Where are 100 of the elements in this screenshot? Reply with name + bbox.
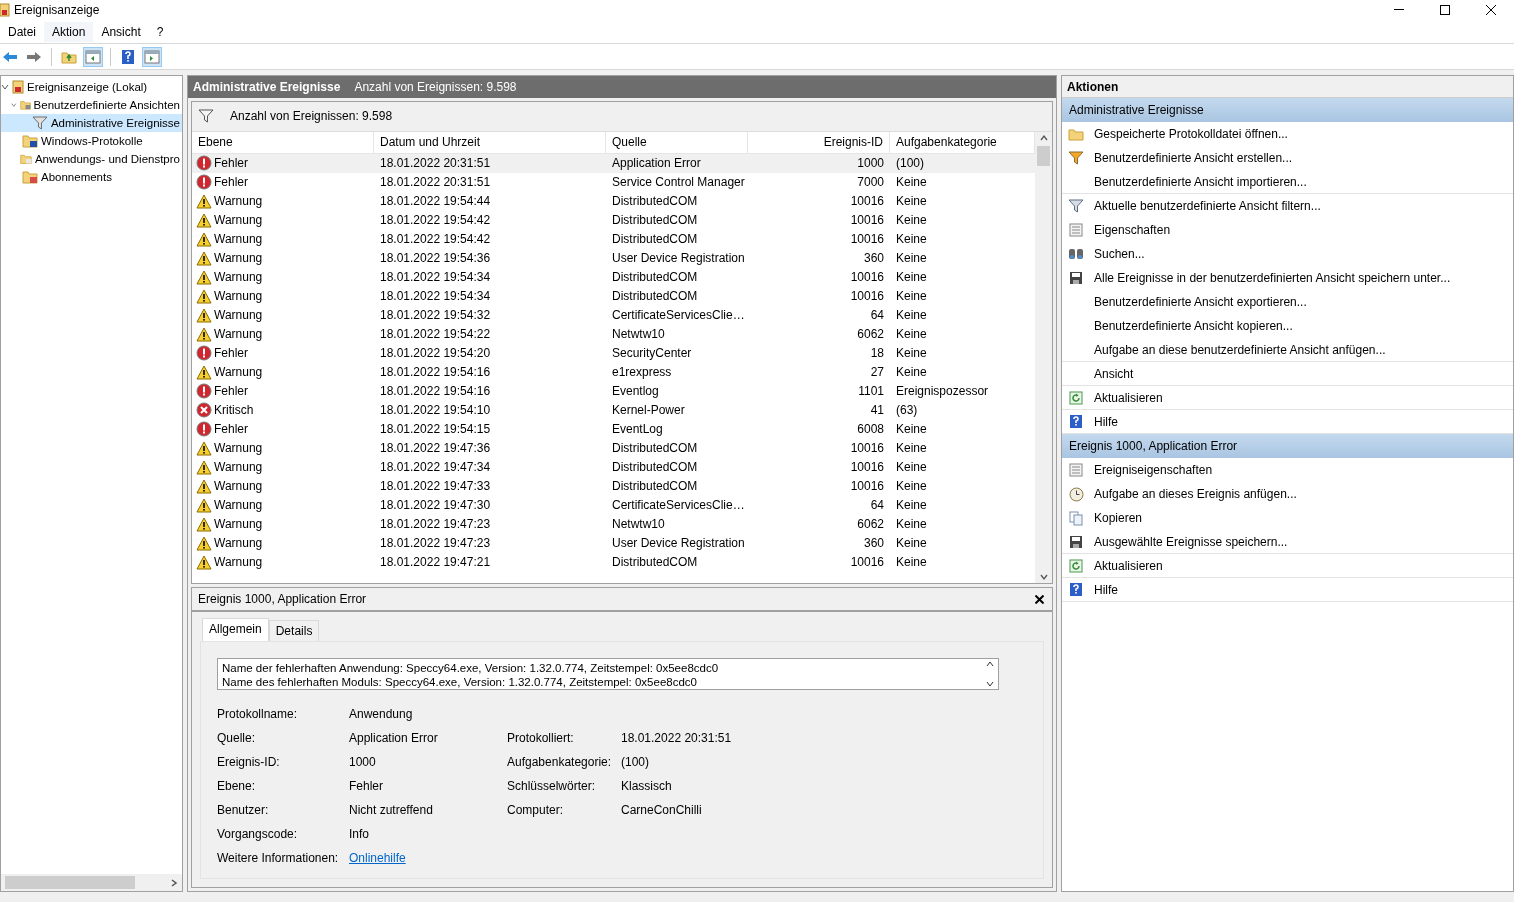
action-item[interactable]: Benutzerdefinierte Ansicht erstellen... xyxy=(1062,146,1513,170)
action-item[interactable]: Ansicht xyxy=(1062,362,1513,386)
table-cell-text: 18.01.2022 19:54:22 xyxy=(379,327,492,342)
scroll-down-icon[interactable] xyxy=(986,681,994,687)
column-header[interactable]: Datum und Uhrzeit xyxy=(374,131,606,153)
table-cell-text: Kernel-Power xyxy=(611,403,686,418)
action-item[interactable]: Aktuelle benutzerdefinierte Ansicht filtern... xyxy=(1062,194,1513,218)
error-icon xyxy=(196,383,212,400)
table-cell-text: Keine xyxy=(895,232,928,247)
action-item[interactable]: Suchen... xyxy=(1062,242,1513,266)
event-row[interactable]: Warnung 18.01.2022 19:47:21 DistributedCOM 10016 Keine xyxy=(192,552,1035,572)
table-cell: Warnung xyxy=(214,460,263,475)
action-item[interactable]: Aufgabe an dieses Ereignis anfügen... xyxy=(1062,482,1513,506)
collapse-icon[interactable] xyxy=(1,83,9,91)
show-tree-button[interactable] xyxy=(83,46,103,67)
tree-item[interactable]: Anwendungs- und Dienstpro xyxy=(1,150,182,168)
event-row[interactable]: Warnung 18.01.2022 19:54:36 User Device Registration 360 Keine xyxy=(192,248,1035,268)
action-item[interactable]: Ereigniseigenschaften xyxy=(1062,458,1513,482)
event-row[interactable]: Warnung 18.01.2022 19:54:44 DistributedCOM 10016 Keine xyxy=(192,191,1035,211)
tree-item[interactable]: Benutzerdefinierte Ansichten xyxy=(1,96,182,114)
event-row[interactable]: Warnung 18.01.2022 19:54:34 DistributedCOM 10016 Keine xyxy=(192,267,1035,287)
menu-item[interactable]: ? xyxy=(148,21,172,42)
tree-item[interactable]: Ereignisanzeige (Lokal) xyxy=(1,78,182,96)
table-cell-text: 64 xyxy=(869,308,885,323)
tab[interactable]: Allgemein xyxy=(202,618,269,641)
tree-item[interactable]: Windows-Protokolle xyxy=(1,132,182,150)
field-label: Protokollname: xyxy=(217,707,299,721)
close-icon[interactable] xyxy=(1035,594,1044,604)
table-cell-text: Eventlog xyxy=(611,384,660,399)
warning-icon xyxy=(196,326,212,342)
warning-icon xyxy=(196,364,212,380)
event-row[interactable]: Warnung 18.01.2022 19:47:33 DistributedCOM 10016 Keine xyxy=(192,476,1035,496)
action-item[interactable]: Aktualisieren xyxy=(1062,386,1513,410)
table-cell-text: 1101 xyxy=(857,384,885,399)
action-item[interactable]: Aufgabe an diese benutzerdefinierte Ansicht anfügen... xyxy=(1062,338,1513,362)
scroll-right-icon[interactable] xyxy=(170,878,178,887)
collapse-icon[interactable] xyxy=(11,101,17,109)
event-row[interactable]: Fehler 18.01.2022 19:54:16 Eventlog 1101 Ereignispozessor xyxy=(192,381,1035,401)
column-header[interactable]: Quelle xyxy=(606,131,748,153)
event-row[interactable]: Warnung 18.01.2022 19:47:36 DistributedCOM 10016 Keine xyxy=(192,438,1035,458)
event-row[interactable]: Warnung 18.01.2022 19:47:23 Netwtw10 6062 Keine xyxy=(192,514,1035,534)
section-header[interactable]: Administrative Ereignisse xyxy=(1062,98,1513,122)
menu-item[interactable]: Ansicht xyxy=(93,21,149,42)
tree-item[interactable]: Administrative Ereignisse xyxy=(1,114,182,132)
scroll-thumb[interactable] xyxy=(5,876,135,889)
tab[interactable]: Details xyxy=(268,620,320,641)
table-cell-text: Keine xyxy=(895,270,928,285)
table-cell-text: 18.01.2022 19:47:23 xyxy=(379,536,492,551)
event-row[interactable]: Kritisch 18.01.2022 19:54:10 Kernel-Power 41 (63) xyxy=(192,400,1035,420)
event-row[interactable]: Warnung 18.01.2022 19:54:32 CertificateServicesClie… 64 Keine xyxy=(192,305,1035,325)
section-header[interactable]: Ereignis 1000, Application Error xyxy=(1062,434,1513,458)
help-link[interactable]: Onlinehilfe xyxy=(349,851,406,865)
event-row[interactable]: Warnung 18.01.2022 19:47:34 DistributedCOM 10016 Keine xyxy=(192,457,1035,477)
action-item[interactable]: Gespeicherte Protokolldatei öffnen... xyxy=(1062,122,1513,146)
action-item[interactable]: Kopieren xyxy=(1062,506,1513,530)
scroll-up-icon[interactable] xyxy=(986,661,994,667)
menu-item[interactable]: Datei xyxy=(0,21,44,42)
column-header[interactable]: Ereignis-ID xyxy=(748,131,890,153)
table-cell: Warnung xyxy=(214,498,263,513)
event-row[interactable]: Fehler 18.01.2022 19:54:15 EventLog 6008 Keine xyxy=(192,419,1035,439)
event-row[interactable]: Warnung 18.01.2022 19:54:42 DistributedCOM 10016 Keine xyxy=(192,229,1035,249)
table-cell-text: 10016 xyxy=(849,194,885,209)
event-row[interactable]: Warnung 18.01.2022 19:47:23 User Device Registration 360 Keine xyxy=(192,533,1035,553)
action-item[interactable]: Eigenschaften xyxy=(1062,218,1513,242)
table-cell-text: Netwtw10 xyxy=(611,327,666,342)
table-cell-text: 64 xyxy=(869,498,885,513)
vertical-scrollbar[interactable] xyxy=(1035,131,1052,583)
action-item[interactable]: Aktualisieren xyxy=(1062,554,1513,578)
menu-item[interactable]: Aktion xyxy=(44,21,94,42)
event-row[interactable]: Warnung 18.01.2022 19:47:30 CertificateServicesClie… 64 Keine xyxy=(192,495,1035,515)
description-box[interactable]: Name der fehlerhaften Anwendung: Speccy64.exe, Version: 1.32.0.774, Zeitstempel: 0x5ee8cdc0 Name des fehlerhaften Moduls: Speccy64.exe, Version: 1.32.0.774, Zeitstempel: 0x5ee8cdc0 xyxy=(217,658,999,690)
warning-icon xyxy=(196,269,212,285)
event-row[interactable]: Warnung 18.01.2022 19:54:42 DistributedCOM 10016 Keine xyxy=(192,210,1035,230)
scroll-thumb[interactable] xyxy=(1037,145,1050,166)
event-row[interactable]: Fehler 18.01.2022 19:54:20 SecurityCenter 18 Keine xyxy=(192,343,1035,363)
action-item[interactable]: Benutzerdefinierte Ansicht importieren... xyxy=(1062,170,1513,194)
horizontal-scrollbar[interactable] xyxy=(1,874,182,891)
table-cell-text: Keine xyxy=(895,555,928,570)
event-row[interactable]: Warnung 18.01.2022 19:54:22 Netwtw10 6062 Keine xyxy=(192,324,1035,344)
event-row[interactable]: Warnung 18.01.2022 19:54:16 e1rexpress 27 Keine xyxy=(192,362,1035,382)
table-cell-text: Keine xyxy=(895,289,928,304)
action-item[interactable]: Hilfe xyxy=(1062,578,1513,602)
action-item[interactable]: Alle Ereignisse in der benutzerdefinierten Ansicht speichern unter... xyxy=(1062,266,1513,290)
table-cell-text: 18 xyxy=(869,346,885,361)
table-cell: Warnung xyxy=(214,517,263,532)
action-item[interactable]: Ausgewählte Ereignisse speichern... xyxy=(1062,530,1513,554)
action-item[interactable]: Benutzerdefinierte Ansicht kopieren... xyxy=(1062,314,1513,338)
action-item[interactable]: Benutzerdefinierte Ansicht exportieren... xyxy=(1062,290,1513,314)
tree-item[interactable]: Abonnements xyxy=(1,168,182,186)
show-actions-button[interactable] xyxy=(142,46,162,67)
event-row[interactable]: Warnung 18.01.2022 19:54:34 DistributedCOM 10016 Keine xyxy=(192,286,1035,306)
maximize-icon xyxy=(1440,5,1450,15)
field-value: Klassisch xyxy=(621,779,673,793)
window-title: Ereignisanzeige xyxy=(14,3,101,17)
table-cell: Warnung xyxy=(214,555,263,570)
event-row[interactable]: Fehler 18.01.2022 20:31:51 Service Control Manager 7000 Keine xyxy=(192,172,1035,192)
table-cell-text: 18.01.2022 19:54:42 xyxy=(379,232,492,247)
column-header[interactable]: Ebene xyxy=(192,131,374,153)
table-cell: Warnung xyxy=(214,441,263,456)
table-cell-text: DistributedCOM xyxy=(611,270,699,285)
